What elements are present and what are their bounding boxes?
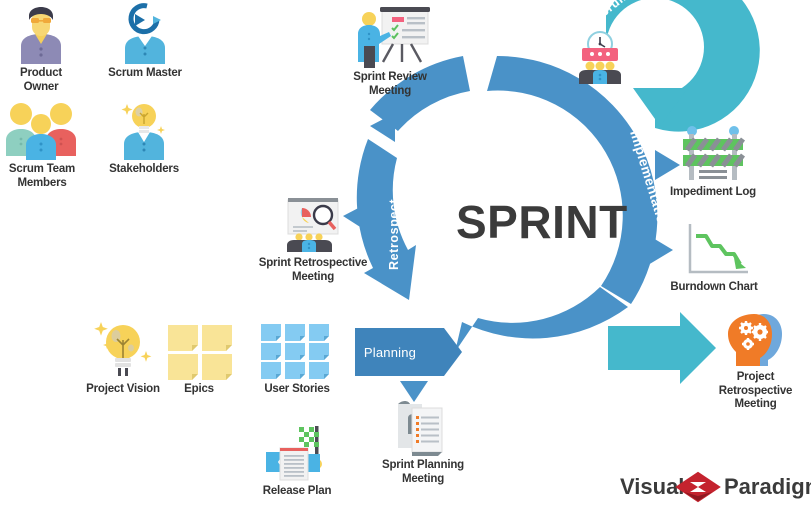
- artifact-project-vision[interactable]: Project Vision: [82, 318, 164, 397]
- artifact-user-stories[interactable]: User Stories: [258, 322, 336, 397]
- artifact-release-plan-label: Release Plan: [262, 485, 332, 497]
- brand-word-paradigm: Paradigm: [724, 474, 811, 499]
- visual-paradigm-logo: Visual Paradigm: [620, 470, 811, 504]
- group-people-icon: [6, 103, 76, 160]
- artifact-epics-label: Epics: [184, 383, 214, 395]
- meeting-sprint-planning-label: Sprint Planning Meeting: [382, 459, 464, 485]
- person-cycle-head-icon: [125, 3, 165, 64]
- role-stakeholders-label: Stakeholders: [109, 163, 179, 175]
- checklist-document-icon: [398, 401, 443, 456]
- meeting-sprint-retrospective[interactable]: Sprint Retrospective Meeting: [248, 196, 378, 284]
- scrum-diagram-canvas: Implementation Review Retrospect SPRINT: [0, 0, 811, 512]
- role-stakeholders[interactable]: Stakeholders: [103, 98, 185, 177]
- planning-banner-label: Planning: [364, 345, 416, 360]
- output-impediment-log[interactable]: Impediment Log: [665, 125, 761, 200]
- brand-word-visual: Visual: [620, 474, 684, 499]
- cycle-segment-review-label: Review: [399, 126, 439, 171]
- presentation-board-icon: [358, 7, 430, 68]
- sprint-center-label: SPRINT: [456, 196, 628, 248]
- clock-team-meeting-icon: [579, 31, 621, 84]
- output-impediment-log-label: Impediment Log: [669, 186, 756, 198]
- chart-magnifier-board-icon: [287, 198, 339, 252]
- meeting-sprint-retrospective-label: Sprint Retrospective Meeting: [258, 257, 368, 283]
- head-gears-icon: [727, 314, 782, 366]
- artifact-epics[interactable]: Epics: [163, 322, 235, 397]
- artifact-user-stories-label: User Stories: [264, 383, 330, 395]
- meeting-sprint-review-label: Sprint Review Meeting: [353, 71, 427, 97]
- cycle-segment-retrospect-label: Retrospect: [387, 198, 401, 270]
- meeting-project-retrospective[interactable]: Project Retrospective Meeting: [700, 312, 811, 412]
- daily-scrum-icon-node[interactable]: [570, 28, 630, 86]
- role-scrum-master[interactable]: Scrum Master: [104, 2, 186, 81]
- sticky-notes-blue-grid-icon: [261, 324, 329, 379]
- role-scrum-team-members[interactable]: Scrum Team Members: [0, 98, 84, 190]
- meeting-sprint-planning[interactable]: Sprint Planning Meeting: [373, 398, 473, 486]
- output-burndown-chart-label: Burndown Chart: [670, 281, 758, 293]
- role-product-owner[interactable]: Product Owner: [2, 2, 80, 94]
- person-glasses-icon: [21, 7, 61, 64]
- lightbulb-icon: [94, 322, 152, 376]
- output-burndown-chart[interactable]: Burndown Chart: [666, 222, 762, 295]
- barrier-icon: [683, 126, 746, 180]
- role-scrum-team-members-label: Scrum Team Members: [8, 163, 76, 189]
- artifact-project-vision-label: Project Vision: [86, 383, 160, 395]
- cycle-segment-bottom-join: [455, 287, 628, 352]
- role-scrum-master-label: Scrum Master: [108, 67, 182, 79]
- visual-paradigm-logo-graphic: Visual Paradigm: [620, 471, 811, 503]
- meeting-project-retrospective-label: Project Retrospective Meeting: [718, 371, 793, 411]
- meeting-sprint-review[interactable]: Sprint Review Meeting: [340, 6, 440, 98]
- role-product-owner-label: Product Owner: [19, 67, 63, 93]
- artifact-release-plan[interactable]: Release Plan: [255, 424, 339, 499]
- declining-line-chart-icon: [688, 224, 748, 274]
- planning-banner[interactable]: Planning: [355, 328, 462, 402]
- checkered-flag-document-icon: [266, 426, 322, 481]
- person-lightbulb-head-icon: [121, 104, 165, 160]
- sticky-notes-yellow-icon: [168, 325, 232, 380]
